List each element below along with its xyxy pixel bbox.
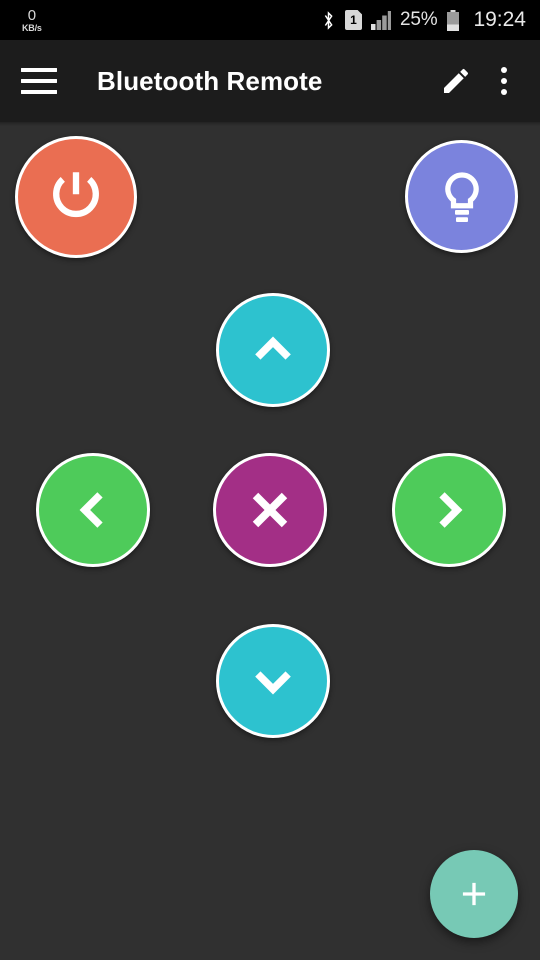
bluetooth-icon — [324, 10, 333, 30]
power-icon — [53, 172, 99, 218]
lightbulb-icon — [444, 171, 479, 222]
ok-button[interactable] — [213, 453, 327, 567]
left-button[interactable] — [36, 453, 150, 567]
down-button[interactable] — [216, 624, 330, 738]
power-button[interactable] — [15, 136, 137, 258]
chevron-up-icon — [255, 336, 291, 360]
sim-label: 1 — [350, 13, 357, 27]
add-button[interactable] — [430, 850, 518, 938]
dot — [501, 78, 507, 84]
close-x-icon — [252, 492, 288, 528]
chevron-left-icon — [79, 492, 103, 528]
app-bar-actions — [432, 57, 540, 105]
chevron-right-icon — [439, 492, 463, 528]
light-button[interactable] — [405, 140, 518, 253]
dot — [501, 89, 507, 95]
chevron-down-icon — [255, 671, 291, 695]
pencil-edit-icon — [444, 68, 469, 93]
status-bar: 0 KB/s 1 25% 19:24 — [0, 0, 540, 40]
status-icons: 1 25% 19:24 — [321, 8, 526, 32]
clock: 19:24 — [473, 8, 526, 31]
remote-control-screen: 0 KB/s 1 25% 19:24 Bluetooth Remote — [0, 0, 540, 960]
sim-card-icon: 1 — [345, 10, 362, 30]
dot — [501, 67, 507, 73]
battery-icon — [447, 9, 460, 31]
signal-bars-icon — [371, 10, 391, 30]
hamburger-line — [21, 68, 57, 72]
right-button[interactable] — [392, 453, 506, 567]
network-speed-value: 0 — [27, 6, 37, 24]
page-title: Bluetooth Remote — [97, 65, 323, 96]
battery-percent: 25% — [400, 9, 438, 30]
hamburger-line — [21, 79, 57, 83]
hamburger-line — [21, 90, 57, 94]
up-button[interactable] — [216, 293, 330, 407]
app-bar: Bluetooth Remote — [0, 40, 540, 126]
hamburger-menu-icon[interactable] — [21, 68, 57, 94]
overflow-menu-button[interactable] — [480, 57, 528, 105]
network-speed-unit: KB/s — [22, 22, 42, 33]
edit-button[interactable] — [432, 57, 480, 105]
more-vertical-icon — [501, 67, 507, 95]
network-speed-indicator: 0 KB/s — [22, 8, 42, 33]
plus-icon — [462, 882, 486, 906]
